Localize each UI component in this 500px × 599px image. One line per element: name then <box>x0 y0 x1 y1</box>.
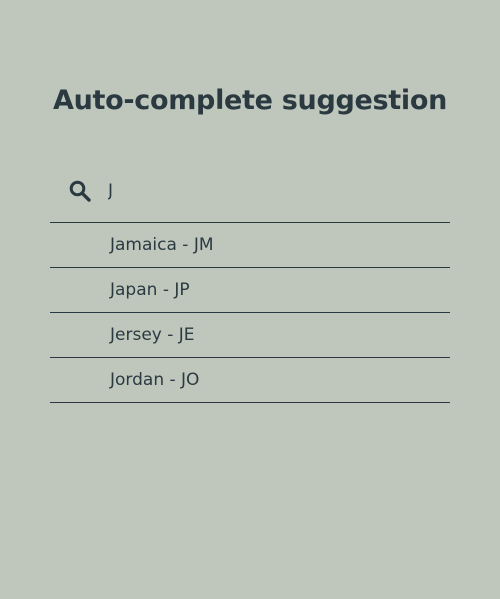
suggestion-item[interactable]: Jamaica - JM <box>50 223 450 268</box>
search-icon <box>69 180 91 202</box>
search-input[interactable] <box>108 176 438 206</box>
page-title: Auto-complete suggestion <box>52 85 448 116</box>
suggestion-list: Jamaica - JM Japan - JP Jersey - JE Jord… <box>50 223 450 403</box>
search-row <box>50 168 450 223</box>
suggestion-item[interactable]: Japan - JP <box>50 268 450 313</box>
suggestion-item[interactable]: Jordan - JO <box>50 358 450 403</box>
autocomplete: Jamaica - JM Japan - JP Jersey - JE Jord… <box>50 168 450 403</box>
suggestion-item[interactable]: Jersey - JE <box>50 313 450 358</box>
